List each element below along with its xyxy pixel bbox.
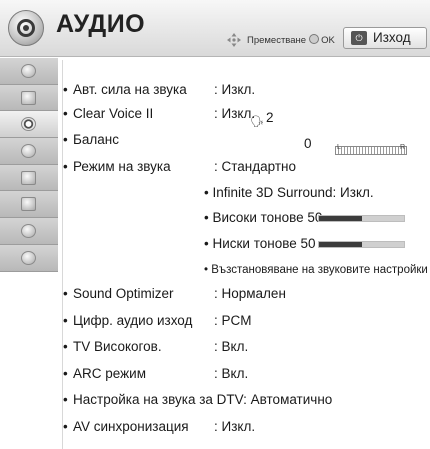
sidebar-item-support[interactable] <box>0 244 58 272</box>
setting-label: AV синхронизация <box>73 419 189 434</box>
exit-label: Изход <box>373 30 411 45</box>
sidebar-item-screen[interactable] <box>0 84 58 112</box>
bass-bar <box>318 241 405 248</box>
page-title: АУДИО <box>56 10 146 38</box>
bass-label: • Ниски тонове 50 <box>204 236 316 251</box>
lock-icon <box>21 170 36 185</box>
audio-icon <box>21 117 36 132</box>
screen-icon <box>21 90 36 105</box>
sidebar-item-lock[interactable] <box>0 164 58 192</box>
setting-value: : Изкл. <box>214 419 256 434</box>
picture-icon <box>21 64 36 78</box>
category-sidebar <box>0 58 58 272</box>
balance-value: 0 <box>304 136 312 151</box>
move-arrows-icon <box>227 33 241 47</box>
support-icon <box>21 250 36 265</box>
clear-voice-level: 2 <box>266 110 274 125</box>
setting-label: Sound Optimizer <box>73 286 174 301</box>
treble-label: • Високи тонове 50 <box>204 210 323 225</box>
ok-button-icon <box>309 34 320 44</box>
setting-label: Режим на звука <box>73 159 171 174</box>
setting-label: ARC режим <box>73 366 146 381</box>
options-icon <box>21 197 36 212</box>
setting-label: Баланс <box>73 132 119 147</box>
treble-bar-fill <box>319 216 362 221</box>
balance-right-label: R <box>399 144 405 151</box>
sidebar-item-time[interactable] <box>0 138 58 165</box>
setting-label: Clear Voice II <box>73 106 154 121</box>
sidebar-item-audio[interactable] <box>0 111 58 139</box>
balance-slider[interactable]: L R <box>335 144 407 155</box>
balance-left-label: L <box>337 144 341 151</box>
sub-setting-treble[interactable]: • Високи тонове 50 <box>204 207 322 229</box>
audio-settings-list: • Авт. сила на звука : Изкл. • Clear Voi… <box>62 60 430 449</box>
sub-setting-bass[interactable]: • Ниски тонове 50 <box>204 233 316 255</box>
sub-setting-reset[interactable]: • Възстановяване на звуковите настройки <box>204 259 430 281</box>
sidebar-item-options[interactable] <box>0 191 58 219</box>
voice-icon: 🗣 <box>250 116 264 128</box>
setting-value: : Нормален <box>214 286 286 301</box>
ok-hint-label: OK <box>321 35 335 46</box>
time-icon <box>21 144 36 159</box>
sidebar-item-network[interactable] <box>0 218 58 245</box>
setting-label: Настройка на звука за DTV: Автоматично <box>73 392 333 407</box>
treble-bar <box>318 215 405 222</box>
bass-bar-fill <box>319 242 362 247</box>
sidebar-item-picture[interactable] <box>0 58 58 85</box>
exit-button[interactable]: ⏻ Изход <box>343 27 427 49</box>
setting-value: : Изкл. <box>214 106 256 121</box>
setting-value: : PCM <box>214 313 252 328</box>
setting-value: : Вкл. <box>214 366 249 381</box>
setting-label: TV Високогов. <box>73 339 162 354</box>
setting-label: Цифр. аудио изход <box>73 313 193 328</box>
menu-header: АУДИО Преместване OK ⏻ Изход <box>0 0 430 57</box>
move-hint-label: Преместване <box>247 35 307 46</box>
sub-setting-surround[interactable]: • Infinite 3D Surround: Изкл. <box>204 182 374 204</box>
setting-value: : Вкл. <box>214 339 249 354</box>
setting-value: : Стандартно <box>214 159 296 174</box>
exit-key-icon: ⏻ <box>351 31 367 45</box>
navigation-hint: Преместване OK <box>247 34 335 46</box>
audio-menu-icon <box>8 10 44 46</box>
network-icon <box>21 224 36 239</box>
setting-value: : Изкл. <box>214 82 256 97</box>
setting-label: Авт. сила на звука <box>73 82 187 97</box>
